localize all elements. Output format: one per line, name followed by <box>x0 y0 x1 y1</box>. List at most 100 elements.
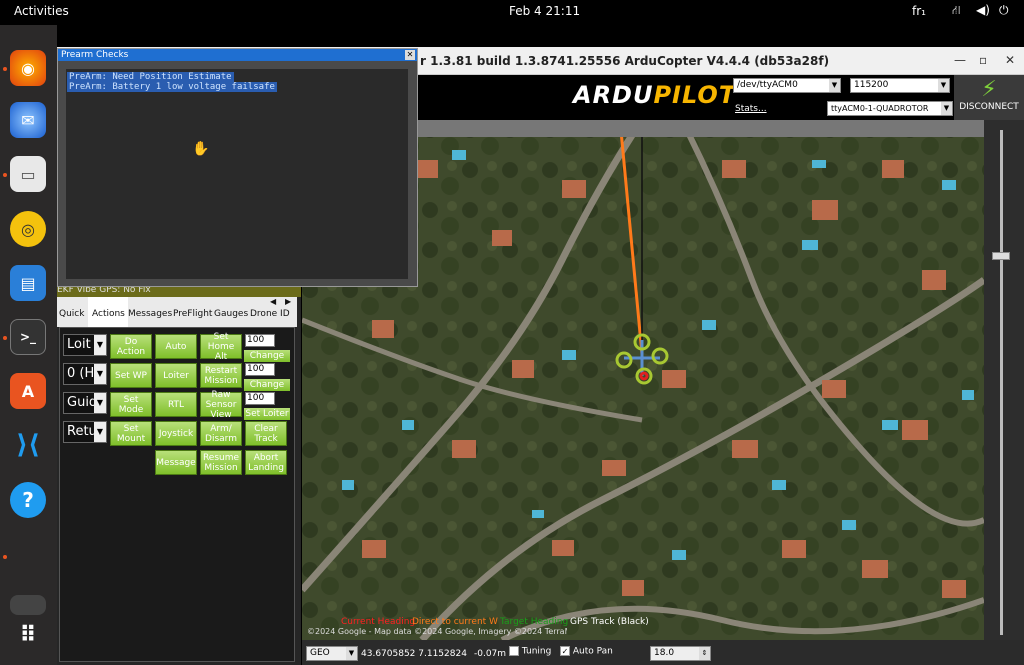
mode-select[interactable]: Loit ▼ <box>63 334 107 356</box>
chevron-down-icon: ▼ <box>94 364 106 384</box>
set-wp-button[interactable]: Set WP <box>110 363 152 388</box>
alt-spinner[interactable]: 100 <box>245 363 275 376</box>
running-indicator <box>3 555 7 559</box>
do-action-button[interactable]: Do Action <box>110 334 152 359</box>
auto-button[interactable]: Auto <box>155 334 197 359</box>
chevron-down-icon: ▼ <box>94 393 106 413</box>
map-top-strip <box>418 120 984 137</box>
app-grid-icon[interactable]: ⠿ <box>10 617 46 653</box>
running-indicator <box>3 336 7 340</box>
clock[interactable]: Feb 4 21:11 <box>509 4 580 18</box>
mount-select[interactable]: Retu ▼ <box>63 421 107 443</box>
prearm-message-list[interactable]: PreArm: Need Position Estimate PreArm: B… <box>66 69 408 279</box>
abort-landing-button[interactable]: Abort Landing <box>245 450 287 475</box>
scroll-left-icon[interactable]: ◀ <box>270 297 276 306</box>
tab-quick[interactable]: Quick <box>59 309 84 319</box>
waypoint-select[interactable]: 0 (H ▼ <box>63 363 107 385</box>
scroll-right-icon[interactable]: ▶ <box>285 297 291 306</box>
minimize-icon[interactable]: — <box>954 53 966 67</box>
chevron-down-icon: ▼ <box>938 79 949 92</box>
disconnect-label: DISCONNECT <box>959 102 1019 112</box>
prearm-message[interactable]: PreArm: Need Position Estimate <box>67 72 234 82</box>
files-icon[interactable]: ▭ <box>10 156 46 192</box>
tuning-checkbox[interactable]: Tuning <box>509 646 551 657</box>
set-loiter-button[interactable]: Set Loiter <box>244 408 290 420</box>
chevron-down-icon: ▼ <box>346 647 357 660</box>
slider-track <box>1000 130 1003 635</box>
writer-icon[interactable]: ▤ <box>10 265 46 301</box>
maximize-icon[interactable]: ▫ <box>979 53 987 67</box>
spinner-arrows-icon: ⇕ <box>699 647 710 660</box>
chevron-down-icon: ▼ <box>94 422 106 442</box>
disconnect-button[interactable]: ⚡ DISCONNECT <box>954 75 1024 120</box>
close-icon[interactable]: ✕ <box>405 50 415 60</box>
rtl-button[interactable]: RTL <box>155 392 197 417</box>
thunderbird-icon[interactable]: ✉ <box>10 102 46 138</box>
prearm-checks-window: Prearm Checks ✕ PreArm: Need Position Es… <box>57 48 418 287</box>
set-mode-select[interactable]: Guid ▼ <box>63 392 107 414</box>
dock: ◉ ✉ ▭ ◎ ▤ >_ A ⟩⟨ ? ⠿ <box>0 25 57 665</box>
device-select[interactable]: ttyACM0-1-QUADROTOR ▼ <box>827 101 953 116</box>
prearm-message[interactable]: PreArm: Battery 1 low voltage failsafe <box>67 82 277 92</box>
ardupilot-logo: ARDUPILOT <box>573 81 737 109</box>
tab-bar: Quick Actions Messages PreFlight Gauges … <box>57 297 297 327</box>
activities-button[interactable]: Activities <box>14 4 69 18</box>
tab-actions[interactable]: Actions <box>92 309 125 319</box>
set-mode-button[interactable]: Set Mode <box>110 392 152 417</box>
raw-sensor-view-button[interactable]: Raw Sensor View <box>200 390 242 420</box>
rhythmbox-icon[interactable]: ◎ <box>10 211 46 247</box>
map-status-bar: GEO ▼ 43.6705852 7.1152824 -0.07m Tuning … <box>302 640 1024 665</box>
altitude-readout: -0.07m <box>474 649 507 659</box>
home-alt-spinner[interactable]: 100 <box>245 334 275 347</box>
prearm-title: Prearm Checks <box>58 49 417 61</box>
system-top-bar: Activities Feb 4 21:11 fr₁ ⛙ ◀) ⏻ <box>0 0 1024 25</box>
network-icon[interactable]: ⛙ <box>952 3 960 19</box>
legend-gps-track: GPS Track (Black) <box>570 617 649 627</box>
arm-disarm-button[interactable]: Arm/ Disarm <box>200 421 242 446</box>
baud-select[interactable]: 115200 ▼ <box>850 78 950 93</box>
tab-messages[interactable]: Messages <box>128 309 172 319</box>
set-mount-button[interactable]: Set Mount <box>110 421 152 446</box>
keyboard-layout-indicator[interactable]: fr₁ <box>912 4 926 18</box>
legend-current-heading: Current Heading <box>341 617 416 627</box>
change-alt-button[interactable]: Change <box>244 379 290 391</box>
zoom-slider[interactable] <box>984 120 1024 640</box>
slider-thumb[interactable] <box>992 252 1010 260</box>
restart-mission-button[interactable]: Restart Mission <box>200 363 242 388</box>
loiter-button[interactable]: Loiter <box>155 363 197 388</box>
clear-track-button[interactable]: Clear Track <box>245 421 287 446</box>
zoom-spinner[interactable]: 18.0 ⇕ <box>650 646 711 661</box>
drive-icon[interactable] <box>10 595 46 615</box>
window-title: r 1.3.81 build 1.3.8741.25556 ArduCopter… <box>420 54 830 68</box>
resume-mission-button[interactable]: Resume Mission <box>200 450 242 475</box>
coord-format-select[interactable]: GEO ▼ <box>306 646 358 661</box>
power-icon[interactable]: ⏻ <box>999 3 1009 18</box>
port-select[interactable]: /dev/ttyACM0 ▼ <box>733 78 841 93</box>
terminal-icon[interactable]: >_ <box>10 319 46 355</box>
legend-direct-to-wp: Direct to current W <box>412 617 498 627</box>
autopan-checkbox[interactable]: ✓ Auto Pan <box>560 646 613 657</box>
firefox-icon[interactable]: ◉ <box>10 50 46 86</box>
running-indicator <box>3 173 7 177</box>
volume-icon[interactable]: ◀) <box>976 3 990 17</box>
vscode-icon[interactable]: ⟩⟨ <box>10 427 46 463</box>
set-home-alt-button[interactable]: Set Home Alt <box>200 332 242 362</box>
stats-link[interactable]: Stats... <box>735 104 767 114</box>
app-center-icon[interactable]: A <box>10 373 46 409</box>
coordinates-readout: 43.6705852 7.1152824 <box>361 649 467 659</box>
hand-cursor-icon: ✋ <box>192 141 210 157</box>
chevron-down-icon: ▼ <box>94 335 106 355</box>
plug-icon: ⚡ <box>981 77 997 102</box>
tab-gauges[interactable]: Gauges <box>214 309 248 319</box>
chevron-down-icon: ▼ <box>941 102 952 115</box>
change-speed-button[interactable]: Change <box>244 350 290 362</box>
loiter-radius-spinner[interactable]: 100 <box>245 392 275 405</box>
tab-preflight[interactable]: PreFlight <box>173 309 212 319</box>
tab-drone-id[interactable]: Drone ID <box>250 309 290 319</box>
joystick-button[interactable]: Joystick <box>155 421 197 446</box>
help-icon[interactable]: ? <box>10 482 46 518</box>
close-icon[interactable]: ✕ <box>1005 53 1015 67</box>
connection-header: ARDUPILOT /dev/ttyACM0 ▼ 115200 ▼ Stats...… <box>418 75 1024 120</box>
message-button[interactable]: Message <box>155 450 197 475</box>
running-indicator <box>3 67 7 71</box>
